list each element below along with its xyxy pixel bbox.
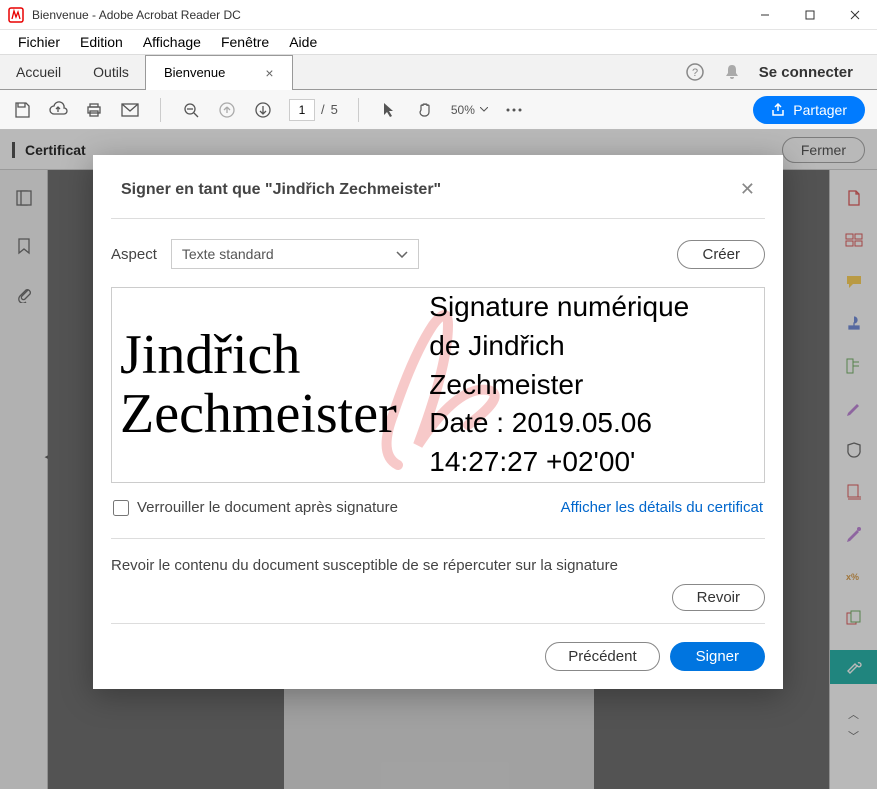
signature-name: Jindřich Zechmeister [114, 326, 429, 444]
maximize-button[interactable] [787, 0, 832, 29]
menu-file[interactable]: Fichier [8, 32, 70, 52]
review-button[interactable]: Revoir [672, 584, 765, 611]
dialog-close-icon[interactable]: ✕ [740, 179, 755, 200]
previous-button[interactable]: Précédent [545, 642, 659, 671]
prev-page-icon[interactable] [217, 100, 237, 120]
certificate-details-link[interactable]: Afficher les détails du certificat [561, 499, 763, 516]
toolbar: / 5 50% Partager [0, 90, 877, 130]
svg-text:?: ? [692, 67, 698, 79]
mail-icon[interactable] [120, 100, 140, 120]
zoom-value: 50% [451, 103, 475, 117]
lock-checkbox[interactable] [113, 500, 129, 516]
tab-document[interactable]: Bienvenue × [145, 55, 293, 90]
chevron-down-icon [396, 251, 408, 258]
aspect-value: Texte standard [182, 246, 274, 262]
window-title: Bienvenue - Adobe Acrobat Reader DC [32, 8, 742, 22]
select-tool-icon[interactable] [379, 100, 399, 120]
tab-document-label: Bienvenue [164, 65, 225, 80]
menu-help[interactable]: Aide [279, 32, 327, 52]
aspect-label: Aspect [111, 246, 157, 263]
page-sep: / [321, 102, 325, 117]
minimize-button[interactable] [742, 0, 787, 29]
page-indicator: / 5 [289, 99, 338, 121]
menu-window[interactable]: Fenêtre [211, 32, 279, 52]
tab-bar: Accueil Outils Bienvenue × ? Se connecte… [0, 54, 877, 90]
sig-line-4: Date : 2019.05.06 [429, 404, 754, 443]
menu-edit[interactable]: Edition [70, 32, 133, 52]
tab-close-icon[interactable]: × [265, 65, 273, 81]
window-titlebar: Bienvenue - Adobe Acrobat Reader DC [0, 0, 877, 30]
help-icon[interactable]: ? [685, 62, 705, 82]
sign-button[interactable]: Signer [670, 642, 765, 671]
bell-icon[interactable] [723, 63, 741, 81]
share-label: Partager [793, 102, 847, 118]
aspect-select[interactable]: Texte standard [171, 239, 419, 269]
signature-details: Signature numérique de Jindřich Zechmeis… [429, 288, 754, 481]
lock-label: Verrouiller le document après signature [137, 499, 398, 516]
page-total: 5 [331, 102, 338, 117]
sig-line-5: 14:27:27 +02'00' [429, 443, 754, 482]
sig-line-3: Zechmeister [429, 366, 754, 405]
chevron-down-icon [480, 107, 488, 112]
review-text: Revoir le contenu du document susceptibl… [111, 557, 765, 574]
zoom-select[interactable]: 50% [451, 103, 488, 117]
menu-bar: Fichier Edition Affichage Fenêtre Aide [0, 30, 877, 54]
print-icon[interactable] [84, 100, 104, 120]
hand-tool-icon[interactable] [415, 100, 435, 120]
save-icon[interactable] [12, 100, 32, 120]
menu-display[interactable]: Affichage [133, 32, 211, 52]
tab-home[interactable]: Accueil [0, 55, 77, 89]
dialog-title: Signer en tant que "Jindřich Zechmeister… [121, 181, 441, 199]
sign-dialog: Signer en tant que "Jindřich Zechmeister… [93, 155, 783, 689]
more-tools-icon[interactable] [504, 100, 524, 120]
create-button[interactable]: Créer [677, 240, 765, 269]
next-page-icon[interactable] [253, 100, 273, 120]
sig-line-1: Signature numérique [429, 288, 754, 327]
page-number-input[interactable] [289, 99, 315, 121]
signature-preview: Jindřich Zechmeister Signature numérique… [111, 287, 765, 483]
app-icon [8, 7, 24, 23]
sig-line-2: de Jindřich [429, 327, 754, 366]
signin-link[interactable]: Se connecter [759, 64, 853, 81]
share-button[interactable]: Partager [753, 96, 865, 124]
cloud-icon[interactable] [48, 100, 68, 120]
close-window-button[interactable] [832, 0, 877, 29]
share-icon [771, 103, 785, 117]
tab-tools[interactable]: Outils [77, 55, 145, 89]
zoom-out-icon[interactable] [181, 100, 201, 120]
